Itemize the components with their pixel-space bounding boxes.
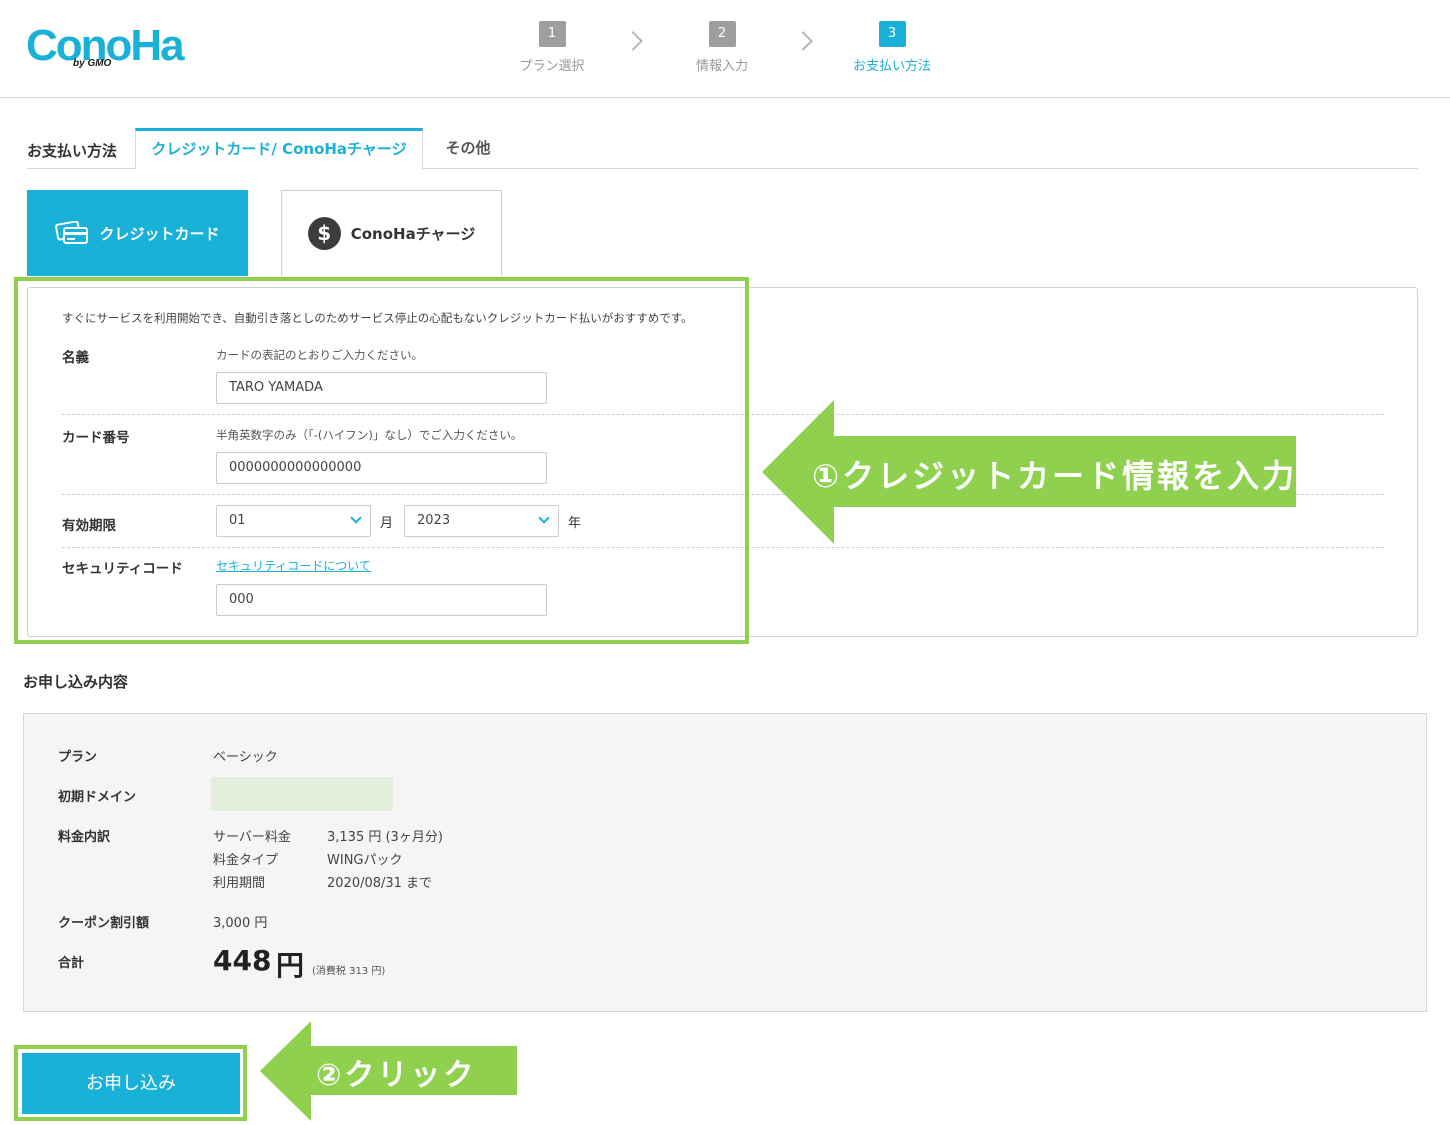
credit-card-icon	[55, 221, 89, 245]
breakdown-item-name: 利用期間	[213, 876, 266, 891]
conoha-logo[interactable]: ConoHa by GMO	[26, 24, 185, 70]
header: ConoHa by GMO 1 プラン選択 2 情報入力 3 お支払い方法	[0, 0, 1450, 98]
annotation-text-2: ②クリック	[316, 1058, 477, 1093]
total-unit: 円	[276, 949, 305, 982]
total-amount: 448	[213, 944, 272, 977]
step-label: プラン選択	[519, 59, 585, 74]
step-number: 3	[878, 21, 906, 47]
breakdown-item-name: 料金タイプ	[213, 853, 279, 868]
breakdown-item-name: サーバー料金	[213, 830, 291, 845]
chevron-right-icon	[793, 31, 813, 51]
annotation-text-1: ①クレジットカード情報を入力	[812, 457, 1298, 495]
step-info-entry: 2 情報入力	[672, 21, 772, 74]
annotation-highlight-form	[14, 277, 749, 644]
tax-note: (消費税 313 円)	[312, 966, 386, 977]
total-label: 合計	[58, 956, 85, 971]
logo-subtext: by GMO	[73, 58, 112, 69]
step-payment-method: 3 お支払い方法	[842, 21, 942, 74]
conoha-charge-method-button[interactable]: $ ConoHaチャージ	[281, 190, 502, 276]
domain-redacted	[211, 777, 393, 811]
step-number: 1	[538, 21, 566, 47]
step-plan-selection: 1 プラン選択	[502, 21, 602, 74]
breakdown-item-value: WINGパック	[327, 853, 403, 868]
breakdown-label: 料金内訳	[58, 830, 111, 845]
plan-label: プラン	[58, 750, 98, 765]
plan-value: ベーシック	[213, 750, 278, 765]
coupon-label: クーポン割引額	[58, 916, 150, 931]
section-title: お支払い方法	[27, 142, 118, 160]
credit-card-method-button[interactable]: クレジットカード	[27, 190, 248, 276]
coupon-value: 3,000 円	[213, 916, 268, 931]
dollar-glyph: $	[307, 217, 341, 250]
step-number: 2	[708, 21, 736, 47]
method-label: ConoHaチャージ	[350, 225, 476, 243]
payment-tabs: お支払い方法 クレジットカード/ ConoHaチャージ その他	[27, 128, 1418, 170]
order-summary-title: お申し込み内容	[23, 673, 129, 691]
tab-other[interactable]: その他	[427, 128, 509, 169]
domain-label: 初期ドメイン	[58, 790, 137, 805]
tab-credit-card-conoha-charge[interactable]: クレジットカード/ ConoHaチャージ	[135, 128, 423, 170]
dollar-coin-icon: $	[307, 217, 341, 250]
method-label: クレジットカード	[99, 224, 220, 243]
breakdown-item-value: 3,135 円 (3ヶ月分)	[327, 830, 443, 845]
step-label: お支払い方法	[852, 59, 931, 74]
breakdown-item-value: 2020/08/31 まで	[327, 876, 433, 891]
chevron-right-icon	[623, 31, 643, 51]
apply-submit-button[interactable]: お申し込み	[22, 1053, 240, 1114]
step-label: 情報入力	[695, 59, 748, 74]
